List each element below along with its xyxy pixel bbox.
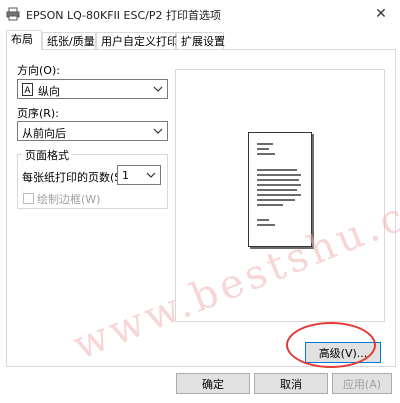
preview-text-line bbox=[257, 179, 299, 181]
chevron-down-icon bbox=[153, 128, 163, 134]
preview-text-line bbox=[257, 219, 269, 221]
preview-text-line bbox=[257, 189, 297, 191]
orientation-select[interactable]: A 纵向 bbox=[17, 79, 168, 99]
orientation-value: 纵向 bbox=[38, 85, 60, 98]
layout-preview bbox=[175, 69, 385, 322]
preview-text-line bbox=[257, 194, 301, 196]
preview-text-line bbox=[257, 174, 301, 176]
preview-text-line bbox=[257, 184, 301, 186]
preview-text-line bbox=[257, 153, 275, 155]
preview-text-line bbox=[257, 143, 273, 145]
window-title: EPSON LQ-80KFII ESC/P2 打印首选项 bbox=[26, 9, 221, 22]
paper-preview bbox=[248, 132, 312, 247]
page-order-label: 页序(R): bbox=[17, 107, 59, 120]
page-order-select[interactable]: 从前向后 bbox=[17, 121, 168, 141]
portrait-page-icon: A bbox=[22, 83, 33, 96]
preview-text-line bbox=[257, 204, 283, 206]
chevron-down-icon bbox=[153, 86, 163, 92]
preview-text-line bbox=[257, 199, 295, 201]
tab-strip: 布局 纸张/质量 用户自定义打印纸 扩展设置 bbox=[6, 30, 396, 50]
tab-extended-settings[interactable]: 扩展设置 bbox=[176, 32, 225, 49]
pages-per-sheet-select[interactable]: 1 bbox=[117, 165, 161, 185]
draw-borders-label: 绘制边框(W) bbox=[37, 193, 101, 206]
preview-text-line bbox=[257, 224, 275, 226]
advanced-button[interactable]: 高级(V)... bbox=[305, 342, 381, 363]
close-icon: ✕ bbox=[375, 6, 387, 22]
draw-borders-checkbox[interactable] bbox=[23, 193, 34, 204]
tab-paper-quality[interactable]: 纸张/质量 bbox=[42, 32, 96, 49]
page-format-group-label: 页面格式 bbox=[22, 147, 72, 163]
layout-tab-panel: 方向(O): A 纵向 页序(R): 从前向后 页面格式 每张纸打印的页数(S)… bbox=[6, 49, 396, 367]
preview-text-line bbox=[257, 148, 269, 150]
chevron-down-icon bbox=[146, 172, 156, 178]
tab-layout[interactable]: 布局 bbox=[6, 30, 42, 50]
preview-text-line bbox=[257, 169, 297, 171]
printer-icon bbox=[6, 7, 20, 21]
tab-custom-paper[interactable]: 用户自定义打印纸 bbox=[96, 32, 189, 49]
orientation-label: 方向(O): bbox=[17, 64, 60, 77]
pages-per-sheet-label: 每张纸打印的页数(S) bbox=[22, 171, 126, 184]
pages-per-sheet-value: 1 bbox=[122, 169, 129, 182]
svg-text:A: A bbox=[24, 86, 31, 96]
cancel-button[interactable]: 取消 bbox=[254, 373, 328, 394]
title-bar: EPSON LQ-80KFII ESC/P2 打印首选项 ✕ bbox=[0, 0, 400, 28]
close-button[interactable]: ✕ bbox=[366, 2, 396, 26]
page-order-value: 从前向后 bbox=[22, 127, 66, 140]
ok-button[interactable]: 确定 bbox=[176, 373, 250, 394]
apply-button[interactable]: 应用(A) bbox=[332, 373, 392, 394]
